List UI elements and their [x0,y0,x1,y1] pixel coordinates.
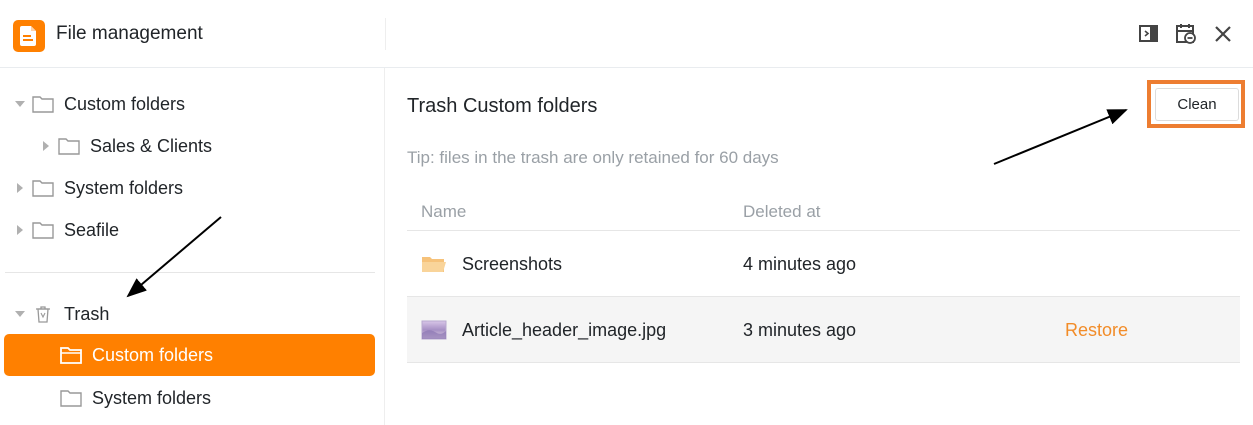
sidebar-item-seafile[interactable]: Seafile [14,209,119,251]
file-management-logo-icon [13,20,45,52]
image-file-icon [421,320,447,340]
sidebar-item-label: System folders [92,387,212,408]
clean-button[interactable]: Clean [1155,88,1239,121]
deleted-at: 3 minutes ago [743,320,857,340]
folder-icon [60,390,82,407]
sidebar-item-label: Custom folders [92,344,214,365]
retention-tip: Tip: files in the trash are only retaine… [407,148,779,167]
sidebar-item-custom-folders[interactable]: Custom folders [14,83,185,125]
folder-icon [32,180,54,197]
sidebar: Custom folders Sales & Clients System fo… [0,68,385,425]
sidebar-item-trash-system-folders[interactable]: System folders [60,377,211,419]
column-deleted-at-header: Deleted at [743,202,821,221]
sidebar-item-label: Sales & Clients [90,135,213,156]
sidebar-item-system-folders[interactable]: System folders [14,167,183,209]
main-panel: Trash Custom folders Clean Tip: files in… [386,68,1253,425]
sidebar-item-label: System folders [64,177,184,198]
folder-icon [60,347,82,364]
close-icon[interactable] [1212,23,1234,45]
sidebar-item-label: Trash [64,303,110,324]
caret-down-icon[interactable] [14,98,26,110]
page-title: Trash Custom folders [407,95,598,117]
file-name: Screenshots [462,254,563,274]
caret-right-icon[interactable] [40,140,52,152]
table-row[interactable]: Article_header_image.jpg 3 minutes ago R… [407,297,1240,363]
sidebar-item-sales-clients[interactable]: Sales & Clients [40,125,212,167]
folder-icon [32,96,54,113]
sidebar-item-trash-custom-folders[interactable]: Custom folders [4,334,375,376]
caret-down-icon[interactable] [14,308,26,320]
sidebar-item-label: Seafile [64,219,120,240]
table-header: Name Deleted at [407,192,1240,231]
folder-icon [58,138,80,155]
sidebar-item-trash[interactable]: Trash [14,293,109,335]
file-name: Article_header_image.jpg [462,320,667,340]
folder-icon [422,257,446,272]
app-title: File management [56,23,203,44]
calendar-settings-icon[interactable] [1175,23,1197,45]
table-row[interactable]: Screenshots 4 minutes ago [407,231,1240,297]
restore-link[interactable]: Restore [1065,320,1128,341]
column-name-header: Name [421,202,467,221]
sidebar-item-label: Custom folders [64,93,186,114]
caret-right-icon[interactable] [14,224,26,236]
folder-icon [32,222,54,239]
caret-right-icon[interactable] [14,182,26,194]
header-divider [385,18,386,50]
header-bar: File management [0,0,1253,68]
panel-toggle-icon[interactable] [1138,23,1160,45]
sidebar-divider [5,272,375,273]
trash-icon [36,306,50,323]
deleted-at: 4 minutes ago [743,254,857,274]
trash-table: Name Deleted at Screenshots 4 minutes ag… [407,192,1240,363]
